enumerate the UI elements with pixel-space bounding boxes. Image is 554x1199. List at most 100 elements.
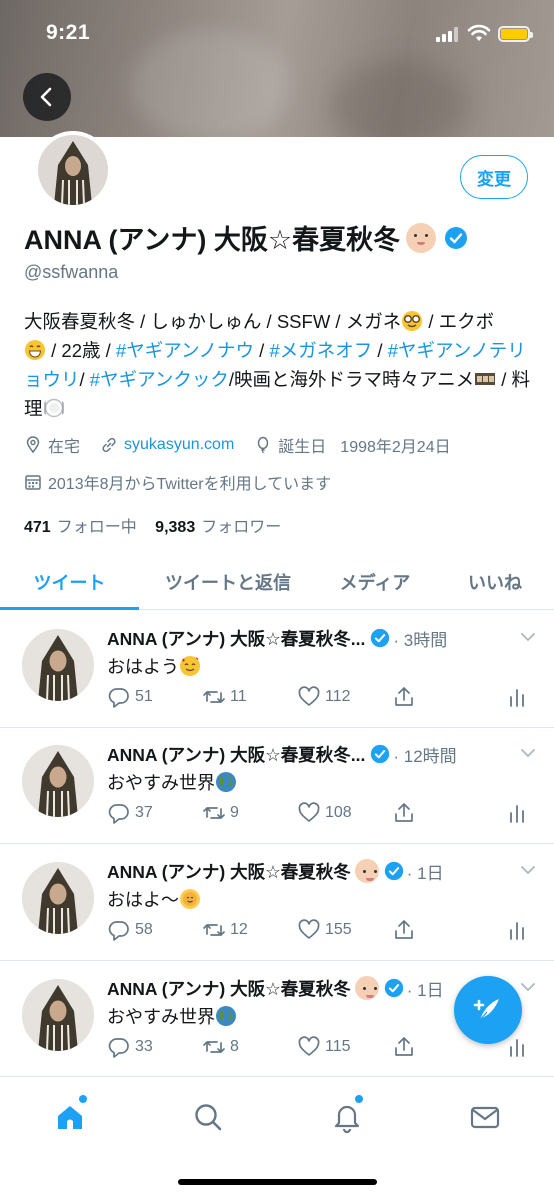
compose-feather-icon: [473, 999, 499, 1021]
sun-face-emoji-icon: [180, 889, 200, 909]
analytics-button[interactable]: [505, 1035, 533, 1059]
bio-text: /: [254, 340, 270, 361]
tweet-item[interactable]: ANNA (アンナ) 大阪☆春夏秋冬... · 3時間おはよう 51 11 112: [0, 611, 554, 728]
like-button[interactable]: 155: [297, 918, 352, 942]
following-label: フォロー中: [56, 519, 137, 536]
retweet-count: 11: [230, 688, 247, 705]
tweet-text-content: おやすみ世界: [107, 773, 215, 793]
like-button[interactable]: 115: [297, 1035, 351, 1059]
smiling-hearts-emoji-icon: [180, 656, 200, 676]
tweet-timestamp[interactable]: · 3時間: [393, 626, 447, 651]
tweet-item[interactable]: ANNA (アンナ) 大阪☆春夏秋冬 · 1日おはよ〜 58 12 155: [0, 844, 554, 961]
share-button[interactable]: [392, 918, 420, 942]
avatar-image: [38, 135, 108, 205]
chevron-down-icon[interactable]: [519, 744, 537, 762]
followers-link[interactable]: 9,383 フォロワー: [155, 519, 281, 536]
tweet-timestamp[interactable]: · 1日: [407, 976, 444, 1001]
tweet-text: おはよう: [107, 653, 201, 679]
tweet-author-name[interactable]: ANNA (アンナ) 大阪☆春夏秋冬: [107, 859, 351, 884]
reply-button[interactable]: 33: [107, 1035, 153, 1059]
hashtag-link[interactable]: #ヤギアンクック: [90, 369, 229, 390]
tweet-avatar[interactable]: [22, 862, 94, 934]
profile-handle: @ssfwanna: [24, 262, 119, 282]
reply-button[interactable]: 51: [107, 685, 153, 709]
compose-tweet-button[interactable]: [454, 976, 522, 1044]
tweet-author-name[interactable]: ANNA (アンナ) 大阪☆春夏秋冬: [107, 976, 351, 1001]
home-indicator: [178, 1179, 377, 1185]
back-arrow-icon: [40, 87, 52, 107]
analytics-button[interactable]: [505, 685, 533, 709]
tweet-header: ANNA (アンナ) 大阪☆春夏秋冬... · 12時間: [107, 742, 537, 766]
tweet-avatar[interactable]: [22, 745, 94, 817]
back-button[interactable]: [23, 73, 71, 121]
tab-likes[interactable]: いいね: [452, 553, 538, 610]
share-button[interactable]: [392, 1035, 420, 1059]
retweet-button[interactable]: 9: [202, 801, 239, 825]
website-link[interactable]: syukasyun.com: [124, 436, 234, 454]
edit-profile-button[interactable]: 変更: [460, 155, 528, 199]
tweet-header: ANNA (アンナ) 大阪☆春夏秋冬... · 3時間: [107, 626, 537, 650]
share-icon: [395, 687, 413, 706]
nav-home[interactable]: [50, 1095, 90, 1137]
bio-text: 大阪春夏秋冬 / しゅかしゅん / SSFW / メガネ: [24, 311, 402, 332]
tweet-text: おやすみ世界: [107, 1003, 237, 1029]
tweet-author-name[interactable]: ANNA (アンナ) 大阪☆春夏秋冬...: [107, 742, 365, 767]
nav-messages[interactable]: [465, 1097, 505, 1137]
bio-text: /映画と海外ドラマ時々アニメ: [228, 369, 475, 390]
hashtag-link[interactable]: #メガネオフ: [269, 340, 372, 361]
retweet-icon: [203, 1041, 225, 1053]
calendar-icon: [25, 475, 41, 490]
hashtag-link[interactable]: #ヤギアンノナウ: [116, 340, 254, 361]
tweet-avatar[interactable]: [22, 629, 94, 701]
following-link[interactable]: 471 フォロー中: [24, 519, 137, 536]
analytics-button[interactable]: [505, 918, 533, 942]
tweet-actions: 37 9 108: [107, 801, 537, 825]
tab-tweets[interactable]: ツイート: [0, 553, 139, 610]
analytics-button[interactable]: [505, 801, 533, 825]
birthday-label: 誕生日: [278, 439, 327, 456]
nav-search[interactable]: [188, 1097, 228, 1137]
like-button[interactable]: 108: [297, 801, 352, 825]
tweet-text-content: おはよ〜: [107, 890, 179, 910]
tweet-item[interactable]: ANNA (アンナ) 大阪☆春夏秋冬... · 12時間おやすみ世界 37 9 108: [0, 727, 554, 844]
profile-avatar[interactable]: [34, 131, 112, 209]
tab-tweets-and-replies[interactable]: ツイートと返信: [150, 553, 306, 610]
birthday-date: 1998年2月24日: [340, 439, 451, 456]
tweet-timestamp[interactable]: · 12時間: [393, 742, 456, 767]
reply-icon: [108, 688, 129, 708]
retweet-button[interactable]: 11: [202, 685, 247, 709]
nav-notifications[interactable]: [327, 1095, 367, 1137]
tab-media[interactable]: メディア: [322, 553, 428, 610]
like-button[interactable]: 112: [297, 685, 351, 709]
battery-icon: [498, 26, 533, 42]
share-button[interactable]: [392, 801, 420, 825]
retweet-icon: [203, 807, 225, 819]
like-count: 108: [325, 804, 352, 821]
tweet-timestamp[interactable]: · 1日: [407, 859, 444, 884]
chevron-down-icon[interactable]: [519, 628, 537, 646]
tweet-author-name[interactable]: ANNA (アンナ) 大阪☆春夏秋冬...: [107, 626, 365, 651]
followers-count: 9,383: [155, 519, 196, 536]
globe-emoji-icon: [216, 772, 236, 792]
reply-button[interactable]: 37: [107, 801, 153, 825]
bio-text: /: [79, 369, 90, 390]
baby-emoji-icon: [406, 222, 437, 253]
retweet-button[interactable]: 8: [202, 1035, 239, 1059]
followers-label: フォロワー: [201, 519, 282, 536]
reply-icon: [108, 921, 129, 941]
profile-joined-row: 2013年8月からTwitterを利用しています: [24, 470, 331, 494]
tweet-actions: 51 11 112: [107, 685, 537, 709]
tweet-avatar[interactable]: [22, 979, 94, 1051]
heart-icon: [298, 802, 320, 822]
notifications-icon: [334, 1105, 360, 1133]
reply-button[interactable]: 58: [107, 918, 153, 942]
chevron-down-icon[interactable]: [519, 861, 537, 879]
share-button[interactable]: [392, 685, 420, 709]
share-icon: [395, 920, 413, 939]
globe-emoji-icon: [216, 1006, 236, 1026]
like-count: 112: [325, 688, 351, 705]
tweet-actions: 58 12 155: [107, 918, 537, 942]
chevron-down-icon[interactable]: [519, 978, 537, 996]
baby-emoji-icon: [354, 859, 379, 883]
retweet-button[interactable]: 12: [202, 918, 248, 942]
